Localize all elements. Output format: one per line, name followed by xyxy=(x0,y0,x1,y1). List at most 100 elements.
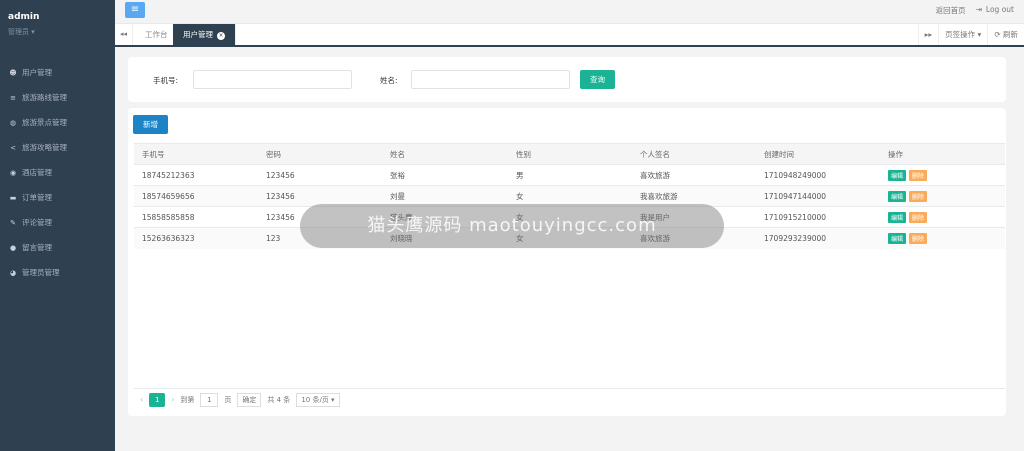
cell-actions: 编辑 删除 xyxy=(880,164,1005,186)
edit-icon: ✎ xyxy=(10,218,16,227)
top-bar: ≡ 返回首页 ⇥ Log out xyxy=(115,0,1024,24)
cell-gender: 男 xyxy=(508,164,632,186)
logout-label: Log out xyxy=(985,5,1014,14)
cell-created: 1710948249000 xyxy=(756,164,880,186)
share-icon: < xyxy=(10,143,16,152)
tab-right-controls: ▸▸ 页签操作 ▾ ⟳ 刷新 xyxy=(917,24,1024,45)
close-icon[interactable]: × xyxy=(217,32,225,40)
sidebar-item-label: 留言管理 xyxy=(22,243,52,252)
next-page-button[interactable]: › xyxy=(171,395,174,404)
cell-phone: 18574659656 xyxy=(134,185,258,207)
col-created[interactable]: 创建时间 xyxy=(756,143,880,165)
col-phone[interactable]: 手机号 xyxy=(134,143,258,165)
sidebar-item-scenic-management[interactable]: ◍ 旅游景点管理 xyxy=(0,110,115,135)
cell-created: 1709293239000 xyxy=(756,227,880,249)
sidebar-nav: ☻ 用户管理 ≡ 旅游路线管理 ◍ 旅游景点管理 < 旅游攻略管理 ◉ 酒店管理 ▬ 订单管… xyxy=(0,60,115,285)
name-label: 姓名: xyxy=(380,76,398,85)
chat-icon: ● xyxy=(9,243,17,252)
cell-actions: 编辑 删除 xyxy=(880,206,1005,228)
cell-phone: 15263636323 xyxy=(134,227,258,249)
col-name[interactable]: 姓名 xyxy=(382,143,508,165)
total-count: 共 4 条 xyxy=(267,395,291,404)
tab-user-management[interactable]: 用户管理 × xyxy=(173,24,236,45)
delete-button[interactable]: 删除 xyxy=(909,169,928,181)
sidebar-item-label: 订单管理 xyxy=(22,193,52,202)
globe-icon: ◍ xyxy=(9,118,17,127)
page-number-current[interactable]: 1 xyxy=(149,392,166,407)
logout-link[interactable]: ⇥ Log out xyxy=(976,5,1014,16)
profile-role-dropdown[interactable]: 管理员 ▾ xyxy=(8,27,107,37)
query-button[interactable]: 查询 xyxy=(580,70,615,89)
edit-button[interactable]: 编辑 xyxy=(888,211,907,223)
add-button[interactable]: 新增 xyxy=(133,115,168,134)
user-icon: ☻ xyxy=(9,68,17,77)
sidebar-item-label: 用户管理 xyxy=(22,68,52,77)
cell-signature: 喜欢旅游 xyxy=(632,164,756,186)
profile: admin 管理员 ▾ xyxy=(0,0,115,52)
goto-confirm-button[interactable]: 确定 xyxy=(237,392,262,407)
col-gender[interactable]: 性别 xyxy=(508,143,632,165)
sidebar-item-admin-management[interactable]: ◕ 管理员管理 xyxy=(0,260,115,285)
page-ops-dropdown[interactable]: 页签操作 ▾ xyxy=(938,24,987,45)
pagination: ‹ 1 › 到第 1 页 确定 共 4 条 10 条/页 ▾ xyxy=(134,388,1005,410)
sidebar-item-label: 酒店管理 xyxy=(22,168,52,177)
cell-phone: 18745212363 xyxy=(134,164,258,186)
delete-button[interactable]: 删除 xyxy=(909,190,928,202)
top-right-links: 返回首页 ⇥ Log out xyxy=(936,5,1014,16)
menu-toggle-button[interactable]: ≡ xyxy=(125,2,145,18)
sidebar-item-label: 管理员管理 xyxy=(22,268,60,277)
sidebar-item-label: 评论管理 xyxy=(22,218,52,227)
col-password[interactable]: 密码 xyxy=(258,143,382,165)
table-header-row: 手机号 密码 姓名 性别 个人签名 创建时间 操作 xyxy=(134,143,1005,165)
edit-button[interactable]: 编辑 xyxy=(888,169,907,181)
sidebar-item-route-management[interactable]: ≡ 旅游路线管理 xyxy=(0,85,115,110)
admin-icon: ◕ xyxy=(9,268,17,277)
sidebar-item-user-management[interactable]: ☻ 用户管理 xyxy=(0,60,115,85)
sidebar-item-order-management[interactable]: ▬ 订单管理 xyxy=(0,185,115,210)
cell-password: 123456 xyxy=(258,164,382,186)
delete-button[interactable]: 删除 xyxy=(909,211,928,223)
col-actions: 操作 xyxy=(880,143,1005,165)
edit-button[interactable]: 编辑 xyxy=(888,232,907,244)
list-icon: ≡ xyxy=(10,93,16,102)
cell-actions: 编辑 删除 xyxy=(880,185,1005,207)
edit-button[interactable]: 编辑 xyxy=(888,190,907,202)
refresh-button[interactable]: ⟳ 刷新 xyxy=(987,24,1024,45)
sidebar-item-comment-management[interactable]: ✎ 评论管理 xyxy=(0,210,115,235)
table-row: 18745212363 123456 张裕 男 喜欢旅游 17109482490… xyxy=(134,164,1005,186)
sidebar-item-guide-management[interactable]: < 旅游攻略管理 xyxy=(0,135,115,160)
cell-phone: 15858585858 xyxy=(134,206,258,228)
tabs-scroll-right-button[interactable]: ▸▸ xyxy=(917,24,939,45)
cell-name: 张裕 xyxy=(382,164,508,186)
watermark-banner: 猫头鹰源码 maotouyingcc.com xyxy=(300,204,724,248)
cell-actions: 编辑 删除 xyxy=(880,227,1005,249)
tabs-bar: ◂◂ 工作台 用户管理 × ▸▸ 页签操作 ▾ ⟳ 刷新 xyxy=(115,24,1024,47)
search-panel: 手机号: 姓名: 查询 xyxy=(128,57,1006,102)
tab-workbench[interactable]: 工作台 xyxy=(135,24,179,45)
prev-page-button[interactable]: ‹ xyxy=(140,395,143,404)
sidebar-item-message-management[interactable]: ● 留言管理 xyxy=(0,235,115,260)
tab-label: 用户管理 xyxy=(183,30,213,39)
phone-input[interactable] xyxy=(193,70,352,89)
cell-created: 1710947144000 xyxy=(756,185,880,207)
profile-name: admin xyxy=(8,12,40,22)
card-icon: ▬ xyxy=(9,193,17,202)
sidebar-item-label: 旅游路线管理 xyxy=(22,93,67,102)
sidebar: admin 管理员 ▾ ☻ 用户管理 ≡ 旅游路线管理 ◍ 旅游景点管理 < 旅游攻略管… xyxy=(0,0,115,451)
home-link[interactable]: 返回首页 xyxy=(936,5,966,16)
sidebar-item-label: 旅游攻略管理 xyxy=(22,143,67,152)
logout-icon: ⇥ xyxy=(975,5,982,14)
col-signature[interactable]: 个人签名 xyxy=(632,143,756,165)
goto-page-input[interactable]: 1 xyxy=(200,392,219,407)
delete-button[interactable]: 删除 xyxy=(909,232,928,244)
hamburger-icon: ≡ xyxy=(130,4,140,15)
name-input[interactable] xyxy=(411,70,570,89)
goto-label: 到第 xyxy=(180,395,195,404)
page-size-select[interactable]: 10 条/页 ▾ xyxy=(296,392,340,407)
page-unit-label: 页 xyxy=(224,395,232,404)
tabs-scroll-left-button[interactable]: ◂◂ xyxy=(115,24,133,45)
phone-label: 手机号: xyxy=(153,76,179,85)
cell-created: 1710915210000 xyxy=(756,206,880,228)
hotel-icon: ◉ xyxy=(9,168,17,177)
sidebar-item-hotel-management[interactable]: ◉ 酒店管理 xyxy=(0,160,115,185)
